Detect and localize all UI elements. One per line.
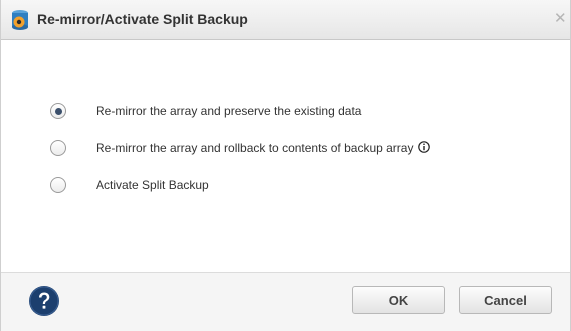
remirror-dialog: Re-mirror/Activate Split Backup ✕ Re-mir… [0,0,571,331]
dialog-footer: OK Cancel [1,272,570,331]
option-label: Activate Split Backup [96,178,209,192]
radio-activate-split[interactable] [50,177,66,193]
cancel-button[interactable]: Cancel [459,286,552,314]
ok-button[interactable]: OK [352,286,445,314]
close-icon[interactable]: ✕ [554,10,570,28]
info-icon[interactable] [418,141,431,153]
dialog-titlebar: Re-mirror/Activate Split Backup ✕ [1,0,570,40]
dialog-title: Re-mirror/Activate Split Backup [37,11,248,27]
option-label: Re-mirror the array and preserve the exi… [96,104,362,118]
help-icon[interactable] [28,285,60,317]
radio-preserve-data[interactable] [50,103,66,119]
option-label: Re-mirror the array and rollback to cont… [96,141,431,155]
radio-rollback-backup[interactable] [50,140,66,156]
app-icon [10,9,30,31]
